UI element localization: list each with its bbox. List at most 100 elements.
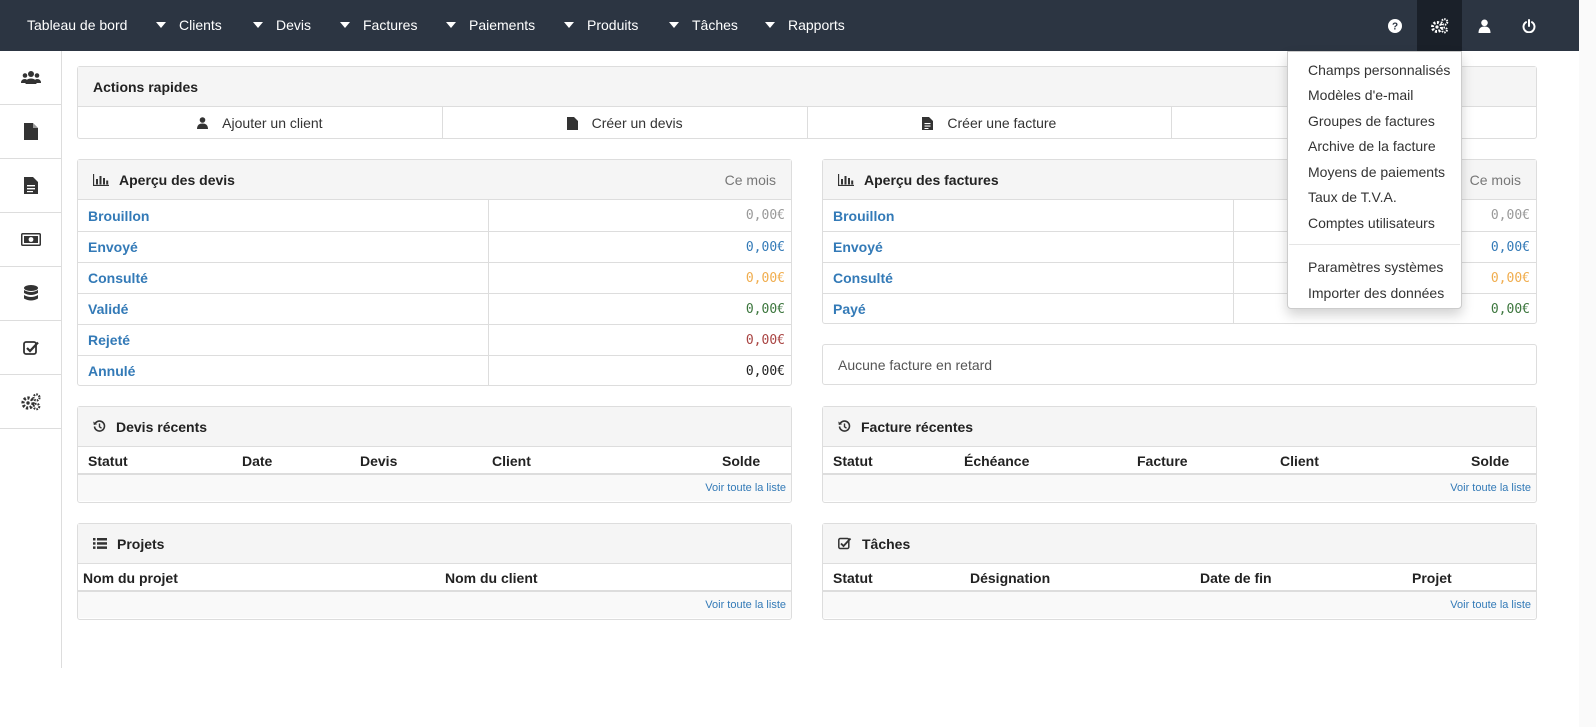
stat-row-draft: Brouillon 0,00€ [78, 200, 791, 231]
file-icon [23, 123, 38, 140]
stat-link[interactable]: Rejeté [78, 325, 489, 355]
nav-dashboard[interactable]: Tableau de bord [27, 0, 127, 51]
panel-title: Devis récents [116, 418, 208, 435]
question-circle-icon: ? [1387, 18, 1402, 33]
projects-panel: Projets Nom du projet Nom du client Voir… [77, 523, 792, 620]
stat-value: 0,00€ [745, 301, 785, 317]
column-header: Statut [833, 570, 873, 586]
stat-value: 0,00€ [745, 239, 785, 255]
caret-down-icon [564, 22, 574, 28]
menu-item-email-templates[interactable]: Modèles d'e-mail [1308, 87, 1413, 103]
check-square-icon [22, 340, 39, 355]
stat-link[interactable]: Brouillon [78, 200, 489, 231]
nav-reports[interactable]: Rapports [765, 0, 845, 51]
stat-row-rejected: Rejeté 0,00€ [78, 324, 791, 355]
file-text-icon [922, 116, 934, 130]
panel-title: Facture récentes [861, 418, 974, 435]
table-header: Nom du projet Nom du client [78, 564, 791, 592]
stat-link[interactable]: Payé [823, 294, 1234, 324]
bar-chart-icon [838, 173, 854, 186]
list-icon [93, 538, 107, 549]
sidebar-item-tasks[interactable] [0, 321, 61, 375]
logout-button[interactable] [1506, 0, 1551, 51]
stat-link[interactable]: Annulé [78, 356, 489, 386]
add-client-button[interactable]: Ajouter un client [78, 107, 443, 139]
stat-link[interactable]: Envoyé [823, 232, 1234, 262]
gears-icon [20, 392, 41, 410]
nav-quotes[interactable]: Devis [253, 0, 311, 51]
column-header: Devis [360, 453, 398, 469]
overdue-panel: Aucune facture en retard [822, 344, 1537, 385]
menu-item-invoice-groups[interactable]: Groupes de factures [1308, 113, 1435, 129]
caret-down-icon [156, 22, 166, 28]
user-icon [1478, 19, 1491, 33]
sidebar [0, 51, 62, 668]
sidebar-item-products[interactable] [0, 267, 61, 321]
column-header: Date [242, 453, 273, 469]
stat-value: 0,00€ [745, 208, 785, 223]
view-all-link[interactable]: Voir toute la liste [78, 475, 791, 501]
file-text-icon [23, 177, 38, 194]
caret-down-icon [765, 22, 775, 28]
menu-item-invoice-archive[interactable]: Archive de la facture [1308, 138, 1436, 154]
stat-value: 0,00€ [745, 332, 785, 348]
stat-link[interactable]: Envoyé [78, 232, 489, 262]
stat-row-approved: Validé 0,00€ [78, 293, 791, 324]
stat-link[interactable]: Consulté [823, 263, 1234, 293]
stat-link[interactable]: Consulté [78, 263, 489, 293]
column-header: Désignation [970, 570, 1051, 586]
bar-chart-icon [93, 173, 109, 186]
history-icon [838, 420, 851, 433]
user-button[interactable] [1462, 0, 1507, 51]
sidebar-item-payments[interactable] [0, 213, 61, 267]
column-header: Date de fin [1200, 570, 1272, 586]
period-label: Ce mois [1469, 171, 1521, 188]
menu-divider [1289, 244, 1460, 245]
help-button[interactable]: ? [1372, 0, 1417, 51]
column-header: Statut [833, 453, 873, 469]
recent-quotes-panel: Devis récents Statut Date Devis Client S… [77, 406, 792, 503]
tasks-panel: Tâches Statut Désignation Date de fin Pr… [822, 523, 1537, 620]
nav-payments[interactable]: Paiements [446, 0, 535, 51]
history-icon [93, 420, 106, 433]
sidebar-item-quotes[interactable] [0, 105, 61, 159]
sidebar-item-invoices[interactable] [0, 159, 61, 213]
create-invoice-button[interactable]: Créer une facture [808, 107, 1173, 139]
power-icon [1522, 18, 1535, 33]
nav-invoices[interactable]: Factures [340, 0, 417, 51]
nav-clients[interactable]: Clients [156, 0, 222, 51]
gears-icon [1430, 17, 1448, 33]
quotes-overview-rows: Brouillon 0,00€ Envoyé 0,00€ Consulté 0,00€… [78, 200, 791, 386]
stat-value: 0,00€ [745, 363, 785, 379]
menu-item-tax-rates[interactable]: Taux de T.V.A. [1308, 189, 1397, 205]
menu-item-import-data[interactable]: Importer des données [1308, 285, 1444, 301]
stat-link[interactable]: Brouillon [823, 200, 1234, 231]
column-header: Projet [1412, 570, 1452, 586]
panel-title: Aperçu des devis [119, 171, 235, 188]
page-scrollbar[interactable] [1579, 0, 1596, 727]
sidebar-item-settings[interactable] [0, 375, 61, 429]
view-all-link[interactable]: Voir toute la liste [823, 592, 1536, 618]
stat-link[interactable]: Validé [78, 294, 489, 324]
column-header: Facture [1137, 453, 1188, 469]
settings-dropdown-menu: Champs personnalisés Modèles d'e-mail Gr… [1287, 51, 1462, 309]
stat-row-viewed: Consulté 0,00€ [78, 262, 791, 293]
nav-products[interactable]: Produits [564, 0, 638, 51]
view-all-link[interactable]: Voir toute la liste [78, 592, 791, 618]
nav-tasks[interactable]: Tâches [669, 0, 738, 51]
top-navbar: Tableau de bord Clients Devis Factures P… [0, 0, 1596, 51]
money-icon [20, 233, 41, 246]
view-all-link[interactable]: Voir toute la liste [823, 475, 1536, 501]
stat-row-canceled: Annulé 0,00€ [78, 355, 791, 386]
menu-item-custom-fields[interactable]: Champs personnalisés [1308, 62, 1450, 78]
menu-item-payment-methods[interactable]: Moyens de paiements [1308, 164, 1445, 180]
menu-item-user-accounts[interactable]: Comptes utilisateurs [1308, 215, 1435, 231]
sidebar-item-clients[interactable] [0, 51, 61, 105]
settings-button[interactable] [1417, 0, 1462, 51]
menu-item-system-settings[interactable]: Paramètres systèmes [1308, 259, 1443, 275]
create-quote-button[interactable]: Créer un devis [443, 107, 808, 139]
column-header: Statut [88, 453, 128, 469]
column-header: Solde [1471, 453, 1510, 469]
panel-title: Projets [117, 535, 165, 552]
column-header: Solde [722, 453, 761, 469]
